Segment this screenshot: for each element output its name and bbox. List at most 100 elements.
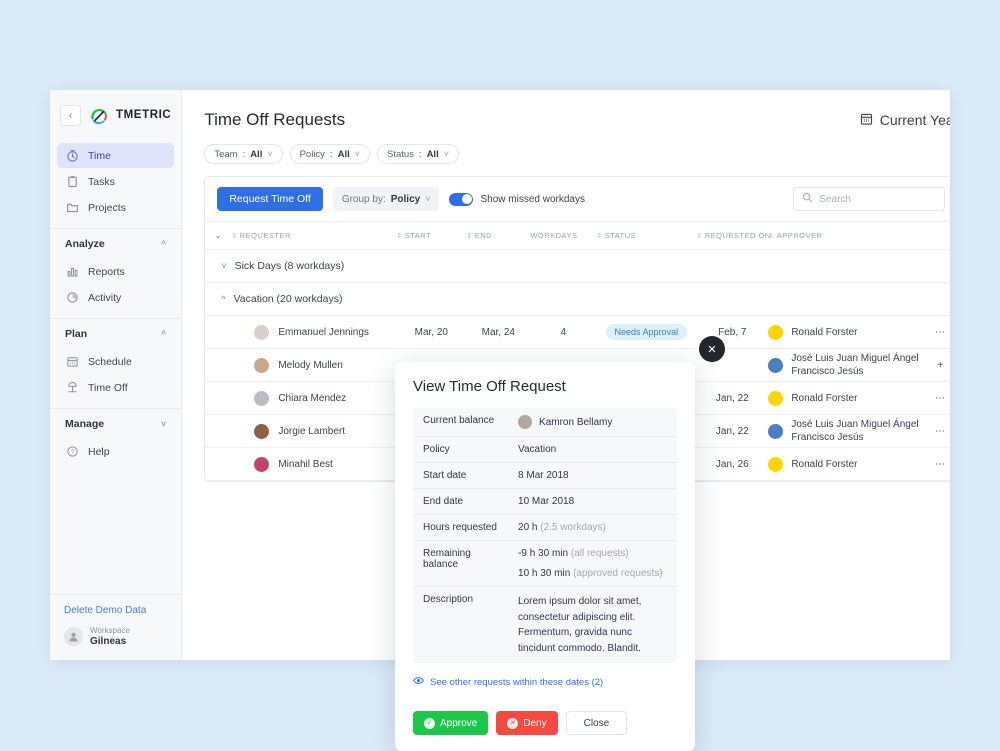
delete-demo-data-link[interactable]: Delete Demo Data [64,605,167,616]
sort-icon: ⇕ [466,233,473,240]
group-vacation[interactable]: ^ Vacation (20 workdays) [205,293,950,305]
filter-chip-status[interactable]: Status: All ˅ [376,144,459,164]
deny-button[interactable]: ✕ Deny [496,711,558,735]
sort-icon: ⇕ [231,233,238,240]
requested-on: Jan, 22 [696,381,769,415]
column-actions [923,221,950,250]
avatar [254,423,270,439]
chevron-down-icon: ˅ [221,261,227,271]
requester-name: Minahil Best [278,458,333,470]
chevron-down-icon: ˅ [354,149,360,159]
sidebar-group-manage[interactable]: Manage ˅ [50,408,182,438]
sort-icon: ⇕ [396,233,403,240]
status-badge: Needs Approval [605,324,688,340]
toggle-switch[interactable] [449,192,474,206]
filter-chip-policy[interactable]: Policy: All ˅ [289,144,370,164]
sidebar-item-label: Schedule [88,355,132,368]
group-by-selector[interactable]: Group by: Policy ˅ [332,187,440,211]
detail-value: Kamron Bellamy [539,416,613,428]
modal-close-button[interactable]: ✕ [699,336,725,362]
filter-value: All [426,148,439,160]
sidebar-group-manage-items: ? Help [50,438,181,465]
chevrons-down-icon: ⌄ [214,231,222,240]
beach-icon [65,381,79,395]
end-date: Mar, 24 [466,315,531,349]
column-status[interactable]: ⇕ STATUS [596,221,697,250]
remaining-approved-note: (approved requests) [573,568,663,579]
sidebar-item-label: Tasks [88,175,115,188]
column-label: START [404,231,432,240]
detail-row-start-date: Start date 8 Mar 2018 [413,462,677,489]
row-actions-button[interactable]: ⋯ [923,414,950,448]
column-label: END [474,231,493,240]
group-sick-days[interactable]: ˅ Sick Days (8 workdays) [205,260,950,272]
column-label: REQUESTED ON [704,231,771,240]
sidebar-item-activity[interactable]: Activity [57,285,174,310]
bar-chart-icon [65,265,79,279]
row-actions-button[interactable]: ⋯ [923,447,950,481]
see-other-requests-link[interactable]: See other requests within these dates (2… [413,675,677,689]
table-group-row[interactable]: ˅ Sick Days (8 workdays) [205,249,950,283]
table-group-row[interactable]: ^ Vacation (20 workdays) [205,282,950,316]
chevron-down-icon: ˅ [267,149,273,159]
search-input[interactable] [819,193,937,205]
request-time-off-button[interactable]: Request Time Off [217,187,323,211]
eye-icon [413,675,424,689]
column-end[interactable]: ⇕ END [466,221,531,250]
sidebar-item-time-off[interactable]: Time Off [57,375,174,400]
sidebar-item-label: Projects [88,201,126,214]
show-missed-workdays-toggle[interactable]: Show missed workdays [449,192,585,206]
requester-name: Emmanuel Jennings [278,326,369,338]
toggle-label: Show missed workdays [480,193,585,205]
workspace-name: Gilneas [90,635,127,647]
sidebar-item-tasks[interactable]: Tasks [57,169,174,194]
sidebar-item-schedule[interactable]: Schedule [57,349,174,374]
sidebar-item-projects[interactable]: Projects [57,195,174,220]
calendar-icon [65,355,79,369]
detail-key: Current balance [413,408,509,437]
column-workdays: WORKDAYS [530,221,597,250]
detail-value: Lorem ipsum dolor sit amet, consectetur … [518,596,642,654]
row-actions-button[interactable]: ⋯ [923,315,950,349]
search-icon [802,190,813,208]
column-approver[interactable]: ⇕ APPROVER [768,221,924,250]
sidebar-item-label: Reports [88,265,125,278]
calendar-icon [860,112,873,129]
sidebar-collapse-button[interactable]: ‹ [60,104,81,126]
group-label: Sick Days (8 workdays) [234,260,345,272]
sidebar-footer: Delete Demo Data Workspace Gilneas [50,593,182,661]
row-add-button[interactable]: + [923,348,950,382]
detail-value: 20 h [518,522,538,533]
sidebar-group-title: Plan [65,327,88,340]
modal-title: View Time Off Request [413,378,566,395]
column-start[interactable]: ⇕ START [396,221,467,250]
row-actions-button[interactable]: ⋯ [923,381,950,415]
clipboard-icon [65,175,79,189]
filter-chips: Team: All ˅ Policy: All ˅ Status: All ˅ [204,144,950,164]
expand-all-header[interactable]: ⌄ [205,221,232,250]
detail-key: Policy [413,436,509,463]
column-requester[interactable]: ⇕ REQUESTER [231,221,397,250]
column-requested-on[interactable]: ⇕ REQUESTED ON [696,221,771,250]
avatar [768,423,784,439]
table-row[interactable]: Emmanuel Jennings Mar, 20 Mar, 24 4 Need… [205,315,950,349]
sort-icon: ⇕ [596,233,603,240]
sidebar-item-time[interactable]: Time [57,143,175,168]
year-picker[interactable]: Current Year [860,112,950,129]
close-button[interactable]: Close [565,711,628,735]
avatar [254,357,270,373]
detail-row-end-date: End date 10 Mar 2018 [413,488,677,515]
sidebar-group-plan[interactable]: Plan ^ [50,318,182,348]
filter-chip-team[interactable]: Team: All ˅ [204,144,283,164]
detail-key: Start date [413,462,509,489]
modal-actions: ✓ Approve ✕ Deny Close [413,711,677,735]
chevron-up-icon: ^ [161,328,167,339]
approve-button[interactable]: ✓ Approve [413,711,489,735]
sidebar-item-reports[interactable]: Reports [57,259,174,284]
search-box[interactable] [793,187,946,211]
sidebar-group-analyze[interactable]: Analyze ^ [50,228,182,258]
workspace-switcher[interactable]: Workspace Gilneas [64,626,167,649]
sidebar-group-title: Manage [65,417,105,430]
sidebar-item-help[interactable]: ? Help [57,439,174,464]
sort-icon: ⇕ [768,233,775,240]
